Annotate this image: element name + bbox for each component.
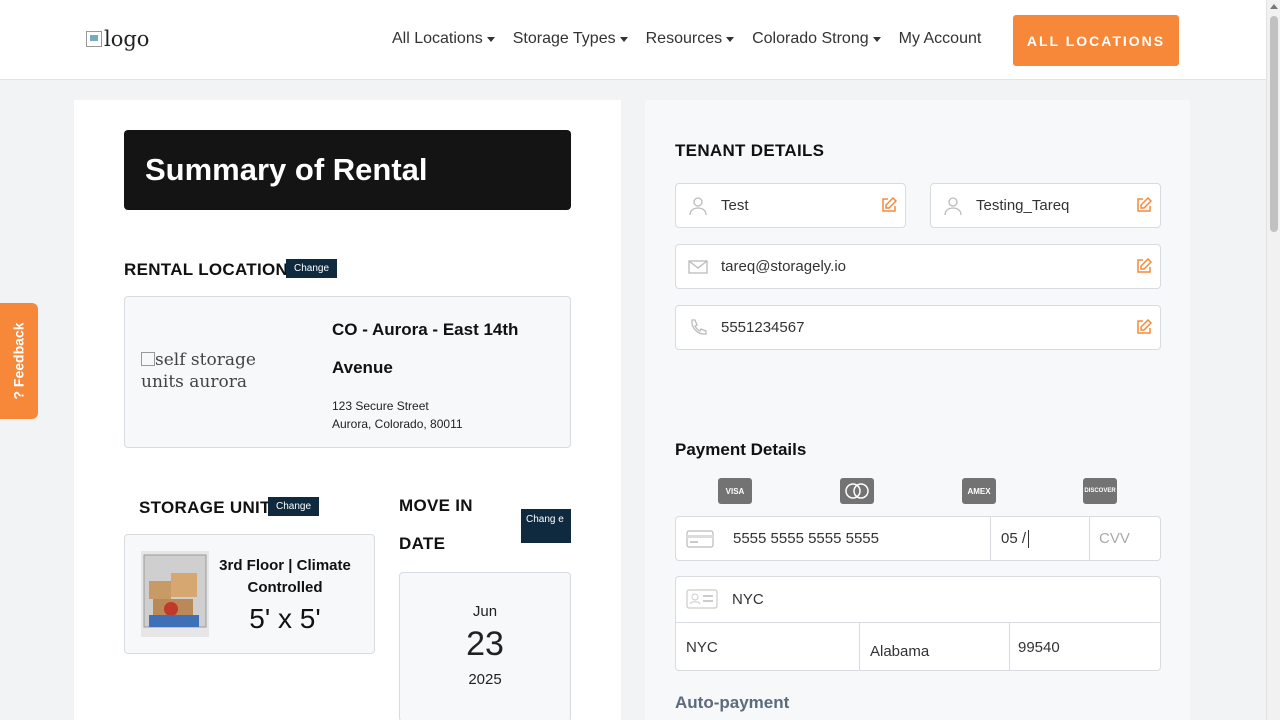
card-number-input[interactable]: 5555 5555 5555 5555 [733, 517, 879, 560]
main-nav: All Locations Storage Types Resources Co… [392, 30, 981, 48]
feedback-label: ? Feedback [11, 322, 27, 400]
storage-unit-heading: STORAGE UNIT [139, 498, 271, 517]
logo-alt-text: logo [104, 27, 150, 51]
auto-payment-heading: Auto-payment [675, 693, 790, 712]
storage-unit-image [141, 551, 209, 637]
site-header: logo All Locations Storage Types Resourc… [0, 0, 1266, 80]
expiry-value: 05 / [1001, 530, 1027, 547]
text-cursor [1028, 529, 1030, 548]
page-scrollbar[interactable] [1266, 0, 1280, 720]
state-select[interactable]: Alabama [870, 627, 929, 675]
move-in-day: 23 [466, 625, 504, 663]
first-name-value: Test [721, 197, 749, 214]
visa-icon: VISA [718, 478, 752, 504]
site-logo[interactable]: logo [86, 27, 149, 51]
field-divider [1089, 517, 1090, 560]
email-value: tareq@storagely.io [721, 258, 847, 275]
move-in-month: Jun [472, 603, 498, 620]
phone-icon [691, 319, 707, 335]
payment-details-heading: Payment Details [675, 440, 807, 459]
change-move-in-date-button[interactable]: Chang e [521, 509, 571, 543]
field-divider [859, 623, 860, 671]
all-locations-button[interactable]: ALL LOCATIONS [1013, 15, 1179, 66]
move-in-year: 2025 [468, 671, 502, 688]
rental-location-heading: RENTAL LOCATION [124, 260, 289, 279]
scrollbar-thumb[interactable] [1270, 16, 1278, 232]
rental-summary-panel: Summary of Rental RENTAL LOCATION Change… [74, 100, 621, 720]
checkout-form-panel: TENANT DETAILS Test Testing_Tareq tareq@… [645, 100, 1190, 720]
location-image-alt: self storage units aurora [141, 350, 256, 392]
tenant-details-heading: TENANT DETAILS [675, 141, 825, 160]
summary-title: Summary of Rental [124, 130, 571, 210]
name-on-card-input[interactable]: NYC [732, 577, 764, 622]
id-card-icon [686, 589, 718, 609]
address-line-2: Aurora, Colorado, 80011 [332, 417, 463, 431]
nav-label: Storage Types [512, 30, 616, 47]
broken-image-icon [141, 352, 155, 366]
city-input[interactable]: NYC [686, 623, 718, 671]
nav-all-locations[interactable]: All Locations [392, 30, 495, 48]
edit-icon[interactable] [1136, 197, 1152, 213]
move-in-date-heading: MOVE IN DATE [399, 496, 473, 553]
amex-icon: AMEX [962, 478, 996, 504]
address-line-1: 123 Secure Street [332, 399, 429, 413]
caret-down-icon [726, 36, 735, 42]
envelope-icon [688, 260, 708, 274]
location-address: 123 Secure Street Aurora, Colorado, 8001… [332, 397, 463, 433]
nav-colorado-strong[interactable]: Colorado Strong [752, 30, 881, 48]
nav-resources[interactable]: Resources [645, 30, 735, 48]
caret-down-icon [486, 36, 495, 42]
location-name: CO - Aurora - East 14th Avenue [332, 320, 519, 377]
phone-field[interactable]: 5551234567 [675, 305, 1161, 350]
mastercard-circles-icon [845, 483, 869, 499]
feedback-tab[interactable]: ? Feedback [0, 303, 38, 419]
phone-value: 5551234567 [721, 319, 805, 336]
field-divider [676, 622, 1160, 623]
scroll-up-arrow-icon[interactable] [1270, 4, 1278, 9]
mastercard-icon [840, 478, 874, 504]
nav-label: Resources [645, 30, 723, 47]
unit-size: 5' x 5' [249, 603, 321, 634]
caret-down-icon [872, 36, 881, 42]
nav-label: All Locations [392, 30, 483, 47]
move-in-date-card[interactable]: Jun 23 2025 [399, 572, 571, 720]
expiry-input[interactable]: 05 / [1001, 517, 1089, 560]
nav-label: My Account [898, 30, 982, 47]
unit-type: 3rd Floor | Climate Controlled [219, 557, 351, 596]
field-divider [990, 517, 991, 560]
last-name-field[interactable]: Testing_Tareq [930, 183, 1161, 228]
nav-storage-types[interactable]: Storage Types [513, 30, 628, 48]
zip-input[interactable]: 99540 [1018, 623, 1060, 671]
broken-image-icon [86, 31, 102, 47]
change-location-button[interactable]: Change [286, 259, 338, 278]
caret-down-icon [619, 36, 628, 42]
last-name-value: Testing_Tareq [976, 197, 1070, 214]
location-image: self storage units aurora [141, 349, 301, 393]
first-name-field[interactable]: Test [675, 183, 906, 228]
nav-label: Colorado Strong [752, 30, 869, 47]
discover-icon: DISCOVER [1083, 478, 1117, 504]
nav-my-account[interactable]: My Account [899, 30, 982, 48]
user-icon [689, 197, 707, 216]
edit-icon[interactable] [1136, 258, 1152, 274]
location-card: self storage units aurora CO - Aurora - … [124, 296, 571, 448]
credit-card-icon [686, 530, 714, 548]
field-divider [1009, 623, 1010, 671]
edit-icon[interactable] [881, 197, 897, 213]
storage-unit-card: 3rd Floor | Climate Controlled 5' x 5' [124, 534, 375, 654]
change-unit-button[interactable]: Change [268, 497, 320, 516]
billing-address-box: NYC NYC Alabama 99540 [675, 576, 1161, 671]
cvv-input[interactable]: CVV [1099, 517, 1130, 560]
card-input-row: 5555 5555 5555 5555 05 / CVV [675, 516, 1161, 561]
user-icon [944, 197, 962, 216]
edit-icon[interactable] [1136, 319, 1152, 335]
email-field[interactable]: tareq@storagely.io [675, 244, 1161, 289]
